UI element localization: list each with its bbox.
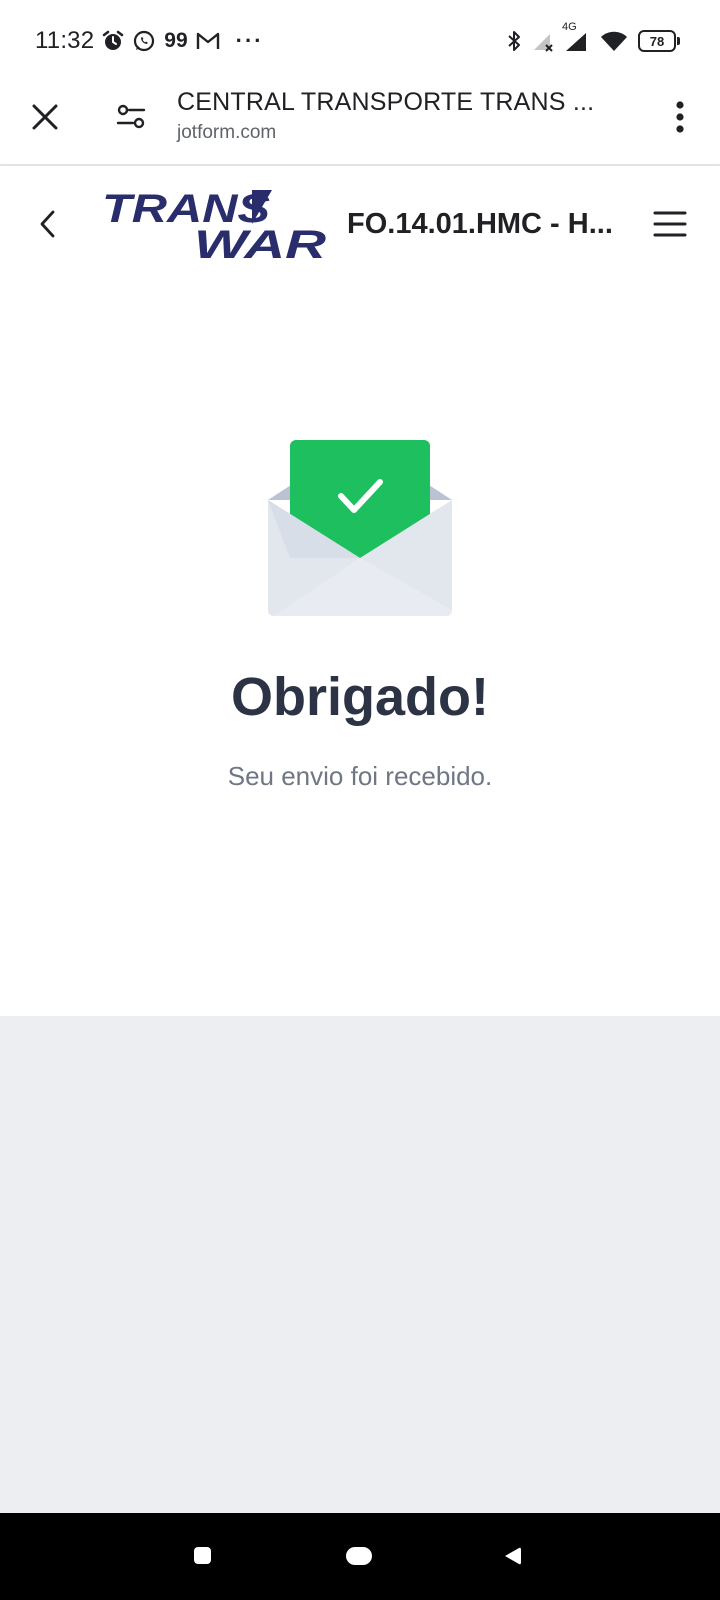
battery-level: 78 bbox=[649, 33, 665, 49]
more-vert-icon bbox=[676, 101, 684, 133]
envelope-check-icon bbox=[268, 440, 452, 616]
recent-apps-icon[interactable] bbox=[194, 1547, 211, 1564]
status-bar: 11:32 99 ··· 4G 78 bbox=[0, 0, 720, 80]
browser-domain: jotform.com bbox=[177, 122, 277, 143]
form-title: FO.14.01.HMC - H... bbox=[347, 208, 613, 240]
form-card: TRANS WAR FO.14.01.HMC - H... Obrigado! … bbox=[0, 166, 720, 1016]
page-background bbox=[0, 1016, 720, 1513]
signal-icon: 4G bbox=[562, 21, 590, 53]
browser-toolbar: CENTRAL TRANSPORTE TRANS ... jotform.com bbox=[0, 80, 720, 166]
form-header: TRANS WAR FO.14.01.HMC - H... bbox=[0, 166, 720, 286]
browser-page-title: CENTRAL TRANSPORTE TRANS ... bbox=[177, 88, 595, 116]
hamburger-menu-icon bbox=[653, 211, 687, 237]
battery-icon: 78 bbox=[638, 30, 680, 52]
site-settings-button[interactable] bbox=[108, 94, 154, 140]
network-type-label: 4G bbox=[562, 21, 577, 33]
home-icon[interactable] bbox=[346, 1547, 372, 1565]
system-navigation-bar bbox=[0, 1513, 720, 1600]
status-bar-right: 4G 78 bbox=[506, 21, 680, 58]
wifi-icon bbox=[600, 30, 628, 52]
gmail-icon bbox=[196, 31, 220, 51]
form-back-button[interactable] bbox=[30, 206, 66, 242]
signal-sim1-icon bbox=[532, 30, 554, 52]
close-tab-button[interactable] bbox=[22, 94, 68, 140]
close-icon bbox=[32, 104, 58, 130]
transwar-logo: TRANS WAR bbox=[102, 187, 326, 264]
status-time: 11:32 bbox=[35, 27, 95, 54]
alarm-icon bbox=[102, 30, 124, 52]
whatsapp-icon bbox=[132, 29, 156, 53]
bluetooth-icon bbox=[506, 29, 522, 53]
svg-text:WAR: WAR bbox=[194, 223, 326, 264]
form-menu-button[interactable] bbox=[652, 206, 688, 242]
back-nav-icon[interactable] bbox=[502, 1545, 524, 1567]
url-block[interactable]: CENTRAL TRANSPORTE TRANS ... jotform.com bbox=[177, 84, 647, 146]
notification-count: 99 bbox=[164, 29, 188, 52]
thank-you-message: Seu envio foi recebido. bbox=[227, 761, 493, 791]
site-settings-icon bbox=[116, 104, 146, 129]
status-overflow-dots: ··· bbox=[235, 28, 264, 53]
status-bar-left: 11:32 99 ··· bbox=[35, 24, 264, 58]
thank-you-heading: Obrigado! bbox=[231, 667, 489, 727]
browser-menu-button[interactable] bbox=[668, 94, 692, 140]
back-icon bbox=[40, 210, 55, 238]
